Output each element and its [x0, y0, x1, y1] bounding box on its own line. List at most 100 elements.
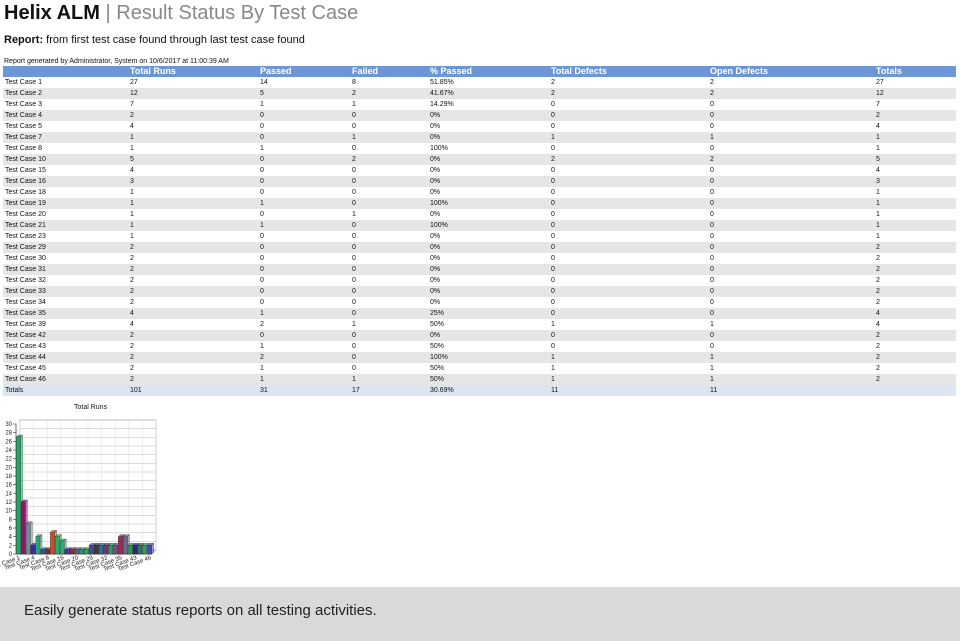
test-case-name: Test Case 29 [3, 242, 128, 253]
y-tick-label: 24 [5, 448, 12, 454]
table-cell: 0 [352, 299, 356, 306]
test-case-name: Test Case 44 [3, 352, 128, 363]
table-cell: 0 [551, 277, 555, 284]
table-cell: 0 [352, 233, 356, 240]
table-cell: 1 [260, 365, 264, 372]
table-cell: 2 [130, 255, 134, 262]
table-row: Test Case 42 2 0 0 0% 0 0 2 [3, 330, 956, 341]
table-cell: 4 [130, 123, 134, 130]
test-case-name: Test Case 32 [5, 277, 46, 284]
table-cell: 27 [876, 79, 884, 86]
table-row: Test Case 33 2 0 0 0% 0 0 2 [3, 286, 956, 297]
table-row: Test Case 3 7 1 1 14.29% 0 0 7 [3, 99, 956, 110]
table-cell: 1 [130, 145, 134, 152]
table-cell: 7 [130, 101, 134, 108]
test-case-name: Test Case 33 [3, 286, 128, 297]
table-cell: 0% [428, 242, 549, 253]
table-cell: 1 [260, 145, 264, 152]
table-cell: 100% [430, 145, 448, 152]
table-cell: 0 [258, 176, 350, 187]
table-cell: 0 [350, 330, 428, 341]
table-cell: 0 [710, 101, 714, 108]
table-cell: 1 [258, 308, 350, 319]
bar [89, 545, 94, 555]
bar [74, 549, 79, 555]
table-cell: 0% [428, 330, 549, 341]
table-cell: 0 [350, 352, 428, 363]
bar [108, 545, 113, 555]
table-cell: 0 [549, 286, 708, 297]
bar [142, 545, 147, 555]
table-cell: 0 [350, 308, 428, 319]
bar [79, 549, 84, 555]
table-cell: 51.85% [430, 79, 454, 86]
table-cell: 14 [260, 79, 268, 86]
table-cell: 0% [428, 110, 549, 121]
table-cell: 0 [350, 242, 428, 253]
report-name: Result Status By Test Case [116, 2, 359, 24]
table-cell: 1 [876, 189, 880, 196]
test-case-name: Test Case 8 [5, 145, 42, 152]
table-cell: 1 [874, 198, 956, 209]
table-cell: 0 [708, 176, 874, 187]
table-cell: 0 [710, 189, 714, 196]
column-header: Open Defects [708, 66, 874, 77]
table-cell: 1 [350, 132, 428, 143]
table-cell: 1 [130, 233, 134, 240]
table-cell: 2 [708, 154, 874, 165]
table-cell: 0 [710, 299, 714, 306]
bar [132, 545, 138, 555]
table-row: Test Case 2 12 5 2 41.67% 2 2 12 [3, 88, 956, 99]
table-cell: 0 [710, 343, 714, 350]
table-cell: 25% [428, 308, 549, 319]
table-cell: 4 [876, 123, 880, 130]
caption-text: Easily generate status reports on all te… [24, 602, 377, 619]
table-cell: 41.67% [428, 88, 549, 99]
table-cell: 0 [350, 220, 428, 231]
table-cell: 0 [708, 198, 874, 209]
table-cell: 2 [874, 330, 956, 341]
bar [118, 536, 123, 555]
table-cell: 0 [350, 264, 428, 275]
bar [127, 545, 133, 555]
table-cell: 0 [258, 242, 350, 253]
table-row: Test Case 29 2 0 0 0% 0 0 2 [3, 242, 956, 253]
table-cell: 0 [710, 277, 714, 284]
table-cell: 3 [874, 176, 956, 187]
bar [98, 545, 104, 555]
table-cell: 1 [708, 374, 874, 385]
y-tick-label: 14 [5, 491, 12, 497]
report-label: Report: [4, 34, 44, 46]
table-cell: 0 [258, 330, 350, 341]
table-cell: 2 [874, 374, 956, 385]
table-cell: 1 [352, 101, 356, 108]
test-case-name: Test Case 21 [3, 220, 128, 231]
table-row: Test Case 46 2 1 1 50% 1 1 2 [3, 374, 956, 385]
table-row: Test Case 23 1 0 0 0% 0 0 1 [3, 231, 956, 242]
y-tick-label: 10 [5, 509, 12, 515]
test-case-name: Test Case 46 [3, 374, 128, 385]
table-cell: 0% [430, 233, 441, 240]
table-row: Test Case 30 2 0 0 0% 0 0 2 [3, 253, 956, 264]
table-cell: 2 [876, 365, 880, 372]
table-cell: 0 [258, 264, 350, 275]
table-cell: 2 [350, 154, 428, 165]
table-cell: 7 [876, 101, 880, 108]
table-cell: 3 [128, 176, 258, 187]
table-cell: 2 [128, 286, 258, 297]
table-cell: 12 [128, 88, 258, 99]
table-cell: 1 [876, 233, 880, 240]
column-header [3, 66, 128, 77]
table-cell: 0 [352, 255, 356, 262]
table-cell: 0 [708, 242, 874, 253]
table-row: Test Case 21 1 1 0 100% 0 0 1 [3, 220, 956, 231]
column-header: % Passed [428, 66, 549, 77]
test-case-name: Test Case 39 [5, 321, 46, 328]
table-cell: 4 [874, 308, 956, 319]
table-cell: 0 [258, 110, 350, 121]
table-cell: 0 [352, 365, 356, 372]
table-cell: 27 [130, 79, 138, 86]
totals-cell: Totals [3, 385, 128, 396]
totals-cell: 101 [128, 385, 258, 396]
bar [147, 545, 152, 555]
